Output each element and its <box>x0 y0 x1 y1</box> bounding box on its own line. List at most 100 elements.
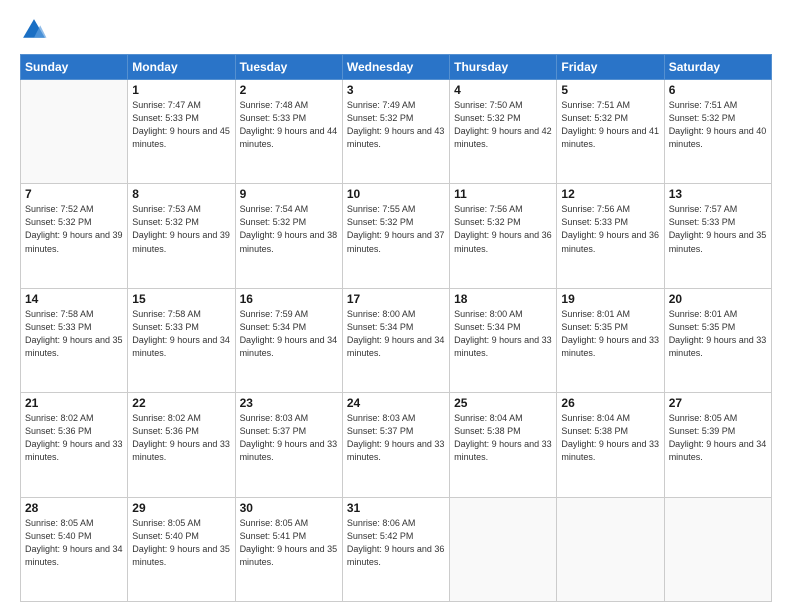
calendar-day-cell: 30Sunrise: 8:05 AMSunset: 5:41 PMDayligh… <box>235 497 342 601</box>
day-info: Sunrise: 8:03 AMSunset: 5:37 PMDaylight:… <box>240 412 338 464</box>
day-number: 6 <box>669 83 767 97</box>
header <box>20 16 772 44</box>
day-number: 3 <box>347 83 445 97</box>
calendar-day-cell: 27 Sunrise: 8:05 AMSunset: 5:39 PMDayligh… <box>664 393 771 497</box>
calendar-week-row: 28 Sunrise: 8:05 AMSunset: 5:40 PMDayligh… <box>21 497 772 601</box>
weekday-header: Saturday <box>664 55 771 80</box>
day-number: 10 <box>347 187 445 201</box>
logo <box>20 16 52 44</box>
day-info: Sunrise: 8:05 AMSunset: 5:39 PMDaylight:… <box>669 412 767 464</box>
day-number: 13 <box>669 187 767 201</box>
calendar-day-cell: 4 Sunrise: 7:50 AMSunset: 5:32 PMDaylight… <box>450 80 557 184</box>
calendar-day-cell: 3 Sunrise: 7:49 AMSunset: 5:32 PMDaylight… <box>342 80 449 184</box>
day-info: Sunrise: 7:53 AMSunset: 5:32 PMDaylight:… <box>132 203 230 255</box>
day-number: 5 <box>561 83 659 97</box>
day-number: 7 <box>25 187 123 201</box>
calendar-day-cell: 17 Sunrise: 8:00 AMSunset: 5:34 PMDayligh… <box>342 288 449 392</box>
day-number: 21 <box>25 396 123 410</box>
page: SundayMondayTuesdayWednesdayThursdayFrid… <box>0 0 792 612</box>
day-number: 8 <box>132 187 230 201</box>
day-info: Sunrise: 7:57 AMSunset: 5:33 PMDaylight:… <box>669 203 767 255</box>
day-number: 17 <box>347 292 445 306</box>
calendar-day-cell: 15 Sunrise: 7:58 AMSunset: 5:33 PMDayligh… <box>128 288 235 392</box>
day-number: 15 <box>132 292 230 306</box>
calendar-day-cell: 21 Sunrise: 8:02 AMSunset: 5:36 PMDayligh… <box>21 393 128 497</box>
calendar-day-cell: 5 Sunrise: 7:51 AMSunset: 5:32 PMDaylight… <box>557 80 664 184</box>
weekday-header: Monday <box>128 55 235 80</box>
calendar-day-cell <box>450 497 557 601</box>
calendar-day-cell: 8 Sunrise: 7:53 AMSunset: 5:32 PMDaylight… <box>128 184 235 288</box>
calendar-day-cell: 13 Sunrise: 7:57 AMSunset: 5:33 PMDayligh… <box>664 184 771 288</box>
calendar-week-row: 21 Sunrise: 8:02 AMSunset: 5:36 PMDayligh… <box>21 393 772 497</box>
day-info: Sunrise: 7:58 AMSunset: 5:33 PMDaylight:… <box>132 308 230 360</box>
day-number: 25 <box>454 396 552 410</box>
day-info: Sunrise: 8:04 AMSunset: 5:38 PMDaylight:… <box>561 412 659 464</box>
day-number: 9 <box>240 187 338 201</box>
weekday-header: Sunday <box>21 55 128 80</box>
day-info: Sunrise: 7:56 AMSunset: 5:33 PMDaylight:… <box>561 203 659 255</box>
calendar-day-cell: 25 Sunrise: 8:04 AMSunset: 5:38 PMDayligh… <box>450 393 557 497</box>
day-info: Sunrise: 8:04 AMSunset: 5:38 PMDaylight:… <box>454 412 552 464</box>
day-info: Sunrise: 7:58 AMSunset: 5:33 PMDaylight:… <box>25 308 123 360</box>
day-info: Sunrise: 7:47 AMSunset: 5:33 PMDaylight:… <box>132 99 230 151</box>
day-info: Sunrise: 8:02 AMSunset: 5:36 PMDaylight:… <box>132 412 230 464</box>
day-info: Sunrise: 7:50 AMSunset: 5:32 PMDaylight:… <box>454 99 552 151</box>
calendar-day-cell <box>557 497 664 601</box>
day-number: 23 <box>240 396 338 410</box>
weekday-header: Wednesday <box>342 55 449 80</box>
calendar-day-cell: 19Sunrise: 8:01 AMSunset: 5:35 PMDayligh… <box>557 288 664 392</box>
day-info: Sunrise: 8:00 AMSunset: 5:34 PMDaylight:… <box>347 308 445 360</box>
day-info: Sunrise: 7:49 AMSunset: 5:32 PMDaylight:… <box>347 99 445 151</box>
calendar-day-cell: 22 Sunrise: 8:02 AMSunset: 5:36 PMDayligh… <box>128 393 235 497</box>
calendar-day-cell: 18 Sunrise: 8:00 AMSunset: 5:34 PMDayligh… <box>450 288 557 392</box>
calendar-week-row: 1 Sunrise: 7:47 AMSunset: 5:33 PMDaylight… <box>21 80 772 184</box>
calendar-day-cell: 23 Sunrise: 8:03 AMSunset: 5:37 PMDayligh… <box>235 393 342 497</box>
day-info: Sunrise: 7:52 AMSunset: 5:32 PMDaylight:… <box>25 203 123 255</box>
day-number: 18 <box>454 292 552 306</box>
day-info: Sunrise: 7:55 AMSunset: 5:32 PMDaylight:… <box>347 203 445 255</box>
day-number: 31 <box>347 501 445 515</box>
calendar-day-cell <box>664 497 771 601</box>
calendar-week-row: 14 Sunrise: 7:58 AMSunset: 5:33 PMDayligh… <box>21 288 772 392</box>
day-number: 27 <box>669 396 767 410</box>
day-number: 4 <box>454 83 552 97</box>
calendar-week-row: 7 Sunrise: 7:52 AMSunset: 5:32 PMDaylight… <box>21 184 772 288</box>
day-info: Sunrise: 8:02 AMSunset: 5:36 PMDaylight:… <box>25 412 123 464</box>
weekday-header: Thursday <box>450 55 557 80</box>
day-info: Sunrise: 8:00 AMSunset: 5:34 PMDaylight:… <box>454 308 552 360</box>
day-number: 11 <box>454 187 552 201</box>
day-info: Sunrise: 8:05 AMSunset: 5:40 PMDaylight:… <box>132 517 230 569</box>
calendar-day-cell: 12 Sunrise: 7:56 AMSunset: 5:33 PMDayligh… <box>557 184 664 288</box>
day-number: 29 <box>132 501 230 515</box>
day-info: Sunrise: 8:01 AMSunset: 5:35 PMDaylight:… <box>561 308 659 360</box>
calendar-table: SundayMondayTuesdayWednesdayThursdayFrid… <box>20 54 772 602</box>
day-info: Sunrise: 8:06 AMSunset: 5:42 PMDaylight:… <box>347 517 445 569</box>
day-number: 2 <box>240 83 338 97</box>
weekday-header: Friday <box>557 55 664 80</box>
day-number: 12 <box>561 187 659 201</box>
day-number: 14 <box>25 292 123 306</box>
calendar-day-cell: 10 Sunrise: 7:55 AMSunset: 5:32 PMDayligh… <box>342 184 449 288</box>
logo-icon <box>20 16 48 44</box>
day-number: 1 <box>132 83 230 97</box>
calendar-day-cell: 6 Sunrise: 7:51 AMSunset: 5:32 PMDaylight… <box>664 80 771 184</box>
day-info: Sunrise: 7:48 AMSunset: 5:33 PMDaylight:… <box>240 99 338 151</box>
day-info: Sunrise: 8:05 AMSunset: 5:41 PMDaylight:… <box>240 517 338 569</box>
day-info: Sunrise: 7:51 AMSunset: 5:32 PMDaylight:… <box>561 99 659 151</box>
day-number: 22 <box>132 396 230 410</box>
calendar-header-row: SundayMondayTuesdayWednesdayThursdayFrid… <box>21 55 772 80</box>
day-info: Sunrise: 7:59 AMSunset: 5:34 PMDaylight:… <box>240 308 338 360</box>
calendar-day-cell <box>21 80 128 184</box>
day-info: Sunrise: 8:03 AMSunset: 5:37 PMDaylight:… <box>347 412 445 464</box>
day-info: Sunrise: 8:01 AMSunset: 5:35 PMDaylight:… <box>669 308 767 360</box>
calendar-day-cell: 7 Sunrise: 7:52 AMSunset: 5:32 PMDaylight… <box>21 184 128 288</box>
day-info: Sunrise: 7:51 AMSunset: 5:32 PMDaylight:… <box>669 99 767 151</box>
day-info: Sunrise: 7:54 AMSunset: 5:32 PMDaylight:… <box>240 203 338 255</box>
calendar-day-cell: 16Sunrise: 7:59 AMSunset: 5:34 PMDayligh… <box>235 288 342 392</box>
weekday-header: Tuesday <box>235 55 342 80</box>
calendar-day-cell: 31 Sunrise: 8:06 AMSunset: 5:42 PMDayligh… <box>342 497 449 601</box>
day-number: 20 <box>669 292 767 306</box>
day-info: Sunrise: 7:56 AMSunset: 5:32 PMDaylight:… <box>454 203 552 255</box>
day-number: 28 <box>25 501 123 515</box>
calendar-day-cell: 2 Sunrise: 7:48 AMSunset: 5:33 PMDaylight… <box>235 80 342 184</box>
